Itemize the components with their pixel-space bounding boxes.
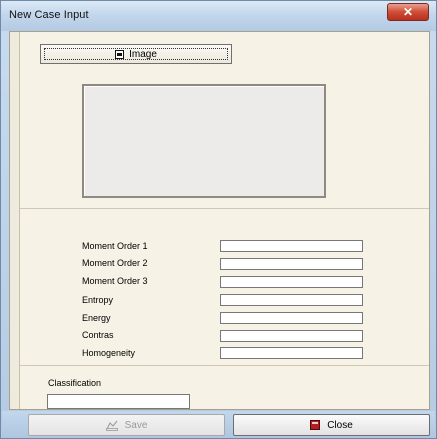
- divider: [20, 208, 429, 209]
- dialog-window: New Case Input ✕ Image Moment Order 1 Mo…: [0, 0, 437, 439]
- moment-order-3-field[interactable]: [220, 276, 363, 288]
- entropy-field[interactable]: [220, 294, 363, 306]
- field-label-moment-order-3: Moment Order 3: [82, 276, 148, 286]
- contras-field[interactable]: [220, 330, 363, 342]
- homogeneity-field[interactable]: [220, 347, 363, 359]
- image-button[interactable]: Image: [40, 44, 232, 64]
- divider: [20, 365, 429, 366]
- close-button[interactable]: Close: [233, 414, 430, 436]
- title-bar[interactable]: New Case Input ✕: [1, 1, 436, 31]
- focus-rectangle: [44, 48, 228, 60]
- energy-field[interactable]: [220, 312, 363, 324]
- field-label-moment-order-2: Moment Order 2: [82, 258, 148, 268]
- field-label-energy: Energy: [82, 313, 111, 323]
- save-button-label: Save: [124, 419, 148, 431]
- button-bar: Save Close: [2, 411, 435, 438]
- field-label-homogeneity: Homogeneity: [82, 348, 136, 358]
- close-button-label: Close: [327, 419, 353, 431]
- image-preview: [82, 84, 326, 198]
- save-button[interactable]: Save: [28, 414, 225, 436]
- moment-order-2-field[interactable]: [220, 258, 363, 270]
- image-icon: [115, 49, 125, 59]
- classification-label: Classification: [48, 378, 102, 388]
- window-title: New Case Input: [9, 9, 89, 21]
- window-close-button[interactable]: ✕: [387, 3, 429, 21]
- field-label-moment-order-1: Moment Order 1: [82, 241, 148, 251]
- classification-field[interactable]: [47, 394, 190, 409]
- field-label-entropy: Entropy: [82, 295, 114, 305]
- dialog-client-area: Image Moment Order 1 Moment Order 2 Mome…: [9, 31, 430, 410]
- moment-order-1-field[interactable]: [220, 240, 363, 252]
- field-label-contras: Contras: [82, 330, 114, 340]
- door-close-icon: [310, 420, 321, 430]
- save-icon: [105, 420, 118, 431]
- left-strip: [10, 32, 20, 409]
